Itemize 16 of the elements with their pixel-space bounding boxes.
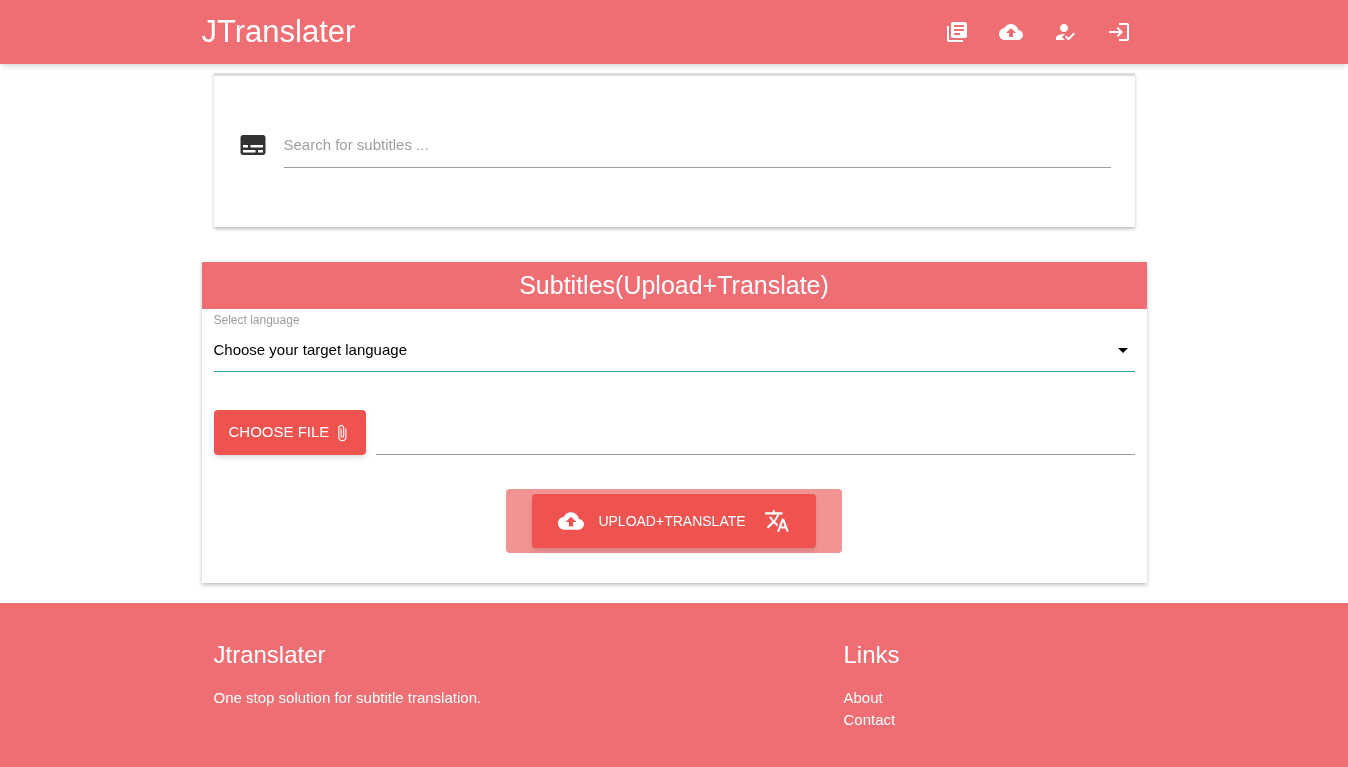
footer-link[interactable]: Contact [843,709,896,731]
footer-tagline: One stop solution for subtitle translation. [213,688,483,708]
library-icon[interactable] [944,20,969,44]
search-field[interactable]: Search for subtitles ... [283,121,1111,168]
choose-file-button[interactable]: CHOOSE FILE [213,410,367,455]
links-heading: Links [843,640,900,670]
card-title: Subtitles(Upload+Translate) [201,262,1147,309]
footer-brand: Jtranslater [213,640,327,670]
language-label: Select language [213,312,301,329]
language-dropdown[interactable]: Choose your target language [213,329,1135,372]
footer-link[interactable]: About [843,687,883,709]
app-title: JTranslater [201,12,356,51]
upload-translate-button[interactable]: UPLOAD+TRANSLATE [532,494,816,548]
translate-icon [763,508,790,534]
caret-icon [1117,347,1128,353]
login-icon[interactable] [1106,20,1131,44]
